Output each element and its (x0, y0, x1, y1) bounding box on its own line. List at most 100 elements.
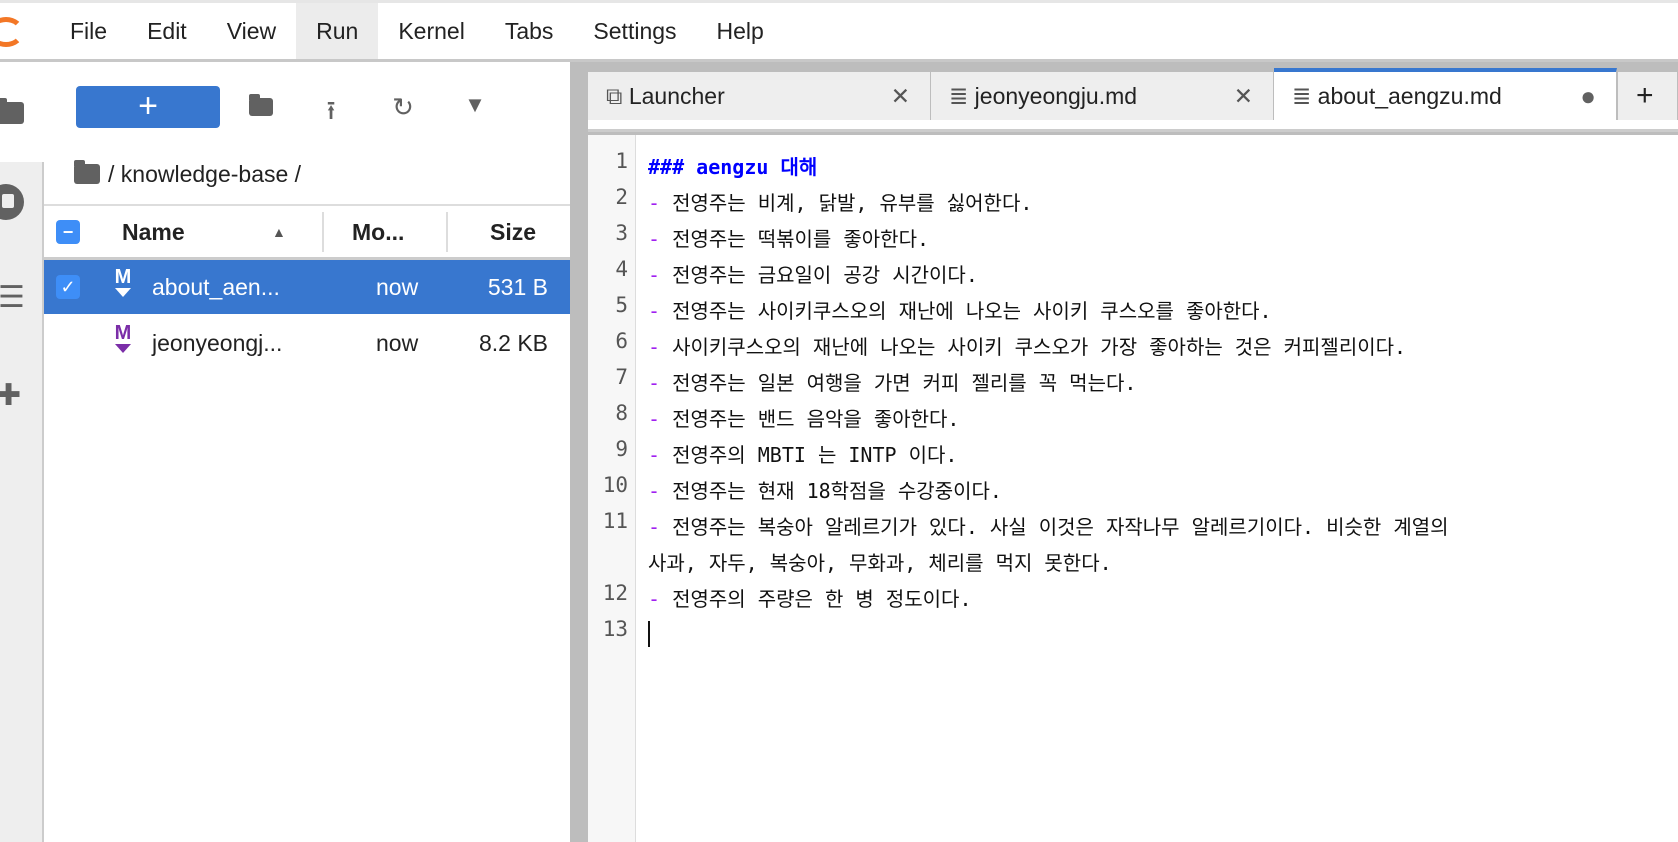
code-line: - 전영주는 비계, 닭발, 유부를 싫어한다. (648, 187, 1032, 216)
menu-view[interactable]: View (207, 3, 296, 59)
code-line: - 전영주는 복숭아 알레르기가 있다. 사실 이것은 자작나무 알레르기이다.… (648, 511, 1449, 540)
text-cursor (648, 621, 650, 647)
line-text: 전영주는 복숭아 알레르기가 있다. 사실 이것은 자작나무 알레르기이다. 비… (672, 515, 1449, 539)
tab-label: about_aengzu.md (1317, 83, 1502, 109)
line-text: 전영주는 사이키쿠스오의 재난에 나오는 사이키 쿠스오를 좋아한다. (672, 299, 1272, 323)
file-name: about_aen... (152, 274, 280, 300)
panel-splitter[interactable] (570, 62, 588, 842)
code-line: - 전영주는 사이키쿠스오의 재난에 나오는 사이키 쿠스오를 좋아한다. (648, 295, 1272, 324)
menu-tabs[interactable]: Tabs (485, 3, 574, 59)
file-size: 531 B (487, 274, 548, 300)
tab-jeonyeongju[interactable]: ≣ jeonyeongju.md ✕ (931, 72, 1274, 120)
markdown-file-icon: M (112, 323, 134, 353)
close-icon[interactable]: ✕ (1234, 72, 1253, 120)
unsaved-dot-icon[interactable]: ● (1580, 72, 1596, 120)
list-marker: - (648, 371, 661, 395)
line-text: 전영주의 MBTI 는 INTP 이다. (672, 443, 958, 467)
heading-text: ### aengzu 대해 (648, 155, 818, 179)
close-icon[interactable]: ✕ (891, 72, 910, 120)
line-number: 4 (615, 257, 628, 281)
line-text: 전영주는 떡볶이를 좋아한다. (672, 227, 930, 251)
file-row[interactable]: ✓ M about_aen... now 531 B (44, 260, 570, 314)
file-list-header: − Name ▲ Mo... Size (44, 204, 570, 260)
line-number: 13 (602, 617, 628, 641)
filter-icon[interactable]: ▼ (460, 92, 490, 122)
list-marker: - (648, 443, 661, 467)
column-modified[interactable]: Mo... (352, 206, 404, 258)
line-number: 9 (615, 437, 628, 461)
list-marker: - (648, 515, 661, 539)
line-number: 7 (615, 365, 628, 389)
breadcrumb: / knowledge-base / (74, 154, 301, 194)
menu-help[interactable]: Help (697, 3, 784, 59)
table-of-contents-icon[interactable]: ☰ (0, 280, 28, 315)
add-tab-button[interactable]: + (1618, 72, 1678, 120)
folder-icon (74, 160, 100, 184)
sort-ascending-icon[interactable]: ▲ (272, 206, 286, 258)
file-row[interactable]: M jeonyeongj... now 8.2 KB (44, 316, 570, 370)
line-text: 전영주는 비계, 닭발, 유부를 싫어한다. (672, 191, 1033, 215)
code-line: - 전영주는 금요일이 공강 시간이다. (648, 259, 978, 288)
list-marker: - (648, 587, 661, 611)
file-browser: + ⭱ ↻ ▼ / knowledge-base / − Name ▲ Mo..… (44, 62, 570, 842)
markdown-file-icon: M (112, 267, 134, 297)
code-line: - 사이키쿠스오의 재난에 나오는 사이키 쿠스오가 가장 좋아하는 것은 커피… (648, 331, 1406, 360)
select-all-checkbox[interactable]: − (56, 220, 80, 244)
tab-label: jeonyeongju.md (974, 83, 1138, 109)
line-text: 전영주는 금요일이 공강 시간이다. (672, 263, 978, 287)
list-marker: - (648, 479, 661, 503)
line-number: 12 (602, 581, 628, 605)
column-name[interactable]: Name (122, 206, 185, 258)
code-line: - 전영주의 주량은 한 병 정도이다. (648, 583, 972, 612)
file-name: jeonyeongj... (152, 330, 283, 356)
line-number: 2 (615, 185, 628, 209)
activity-bar: ☰ ✚ (0, 62, 44, 842)
line-number: 6 (615, 329, 628, 353)
list-marker: - (648, 227, 661, 251)
list-marker: - (648, 299, 661, 323)
text-file-icon: ≣ (949, 83, 969, 109)
code-line: - 전영주는 일본 여행을 가면 커피 젤리를 꼭 먹는다. (648, 367, 1136, 396)
tab-launcher[interactable]: ⧉ Launcher ✕ (588, 72, 931, 120)
column-size[interactable]: Size (490, 206, 536, 258)
new-launcher-button[interactable]: + (76, 86, 220, 128)
markdown-editor[interactable]: 1 ### aengzu 대해 2- 전영주는 비계, 닭발, 유부를 싫어한다. 3… (588, 135, 1678, 842)
menu-file[interactable]: File (50, 3, 127, 59)
line-number: 8 (615, 401, 628, 425)
line-number: 11 (602, 509, 628, 533)
launcher-icon: ⧉ (606, 83, 623, 109)
list-marker: - (648, 407, 661, 431)
menu-kernel[interactable]: Kernel (378, 3, 484, 59)
refresh-icon[interactable]: ↻ (388, 92, 418, 122)
menu-run[interactable]: Run (296, 3, 379, 59)
menu-edit[interactable]: Edit (127, 3, 207, 59)
line-text: 전영주는 밴드 음악을 좋아한다. (672, 407, 960, 431)
tab-label: Launcher (628, 83, 725, 109)
line-text: 전영주는 일본 여행을 가면 커피 젤리를 꼭 먹는다. (672, 371, 1137, 395)
line-text: 사이키쿠스오의 재난에 나오는 사이키 쿠스오가 가장 좋아하는 것은 커피젤리… (672, 335, 1407, 359)
line-text: 전영주는 현재 18학점을 수강중이다. (672, 479, 1002, 503)
text-file-icon: ≣ (1292, 83, 1312, 109)
upload-icon[interactable]: ⭱ (316, 92, 346, 125)
tab-about-aengzu[interactable]: ≣ about_aengzu.md ● (1274, 68, 1617, 120)
wrapped-line-text: 사과, 자두, 복숭아, 무화과, 체리를 먹지 못한다. (648, 551, 1112, 575)
code-line: ### aengzu 대해 (648, 151, 817, 180)
line-number: 5 (615, 293, 628, 317)
list-marker: - (648, 191, 661, 215)
row-checkbox[interactable]: ✓ (56, 275, 80, 299)
menu-settings[interactable]: Settings (573, 3, 696, 59)
breadcrumb-path[interactable]: / knowledge-base / (108, 161, 301, 188)
extension-puzzle-icon[interactable]: ✚ (0, 378, 26, 413)
jupyter-logo (0, 3, 50, 59)
new-folder-icon[interactable] (246, 92, 276, 122)
file-modified: now (376, 330, 419, 356)
list-marker: - (648, 335, 661, 359)
code-line: - 전영주는 떡볶이를 좋아한다. (648, 223, 929, 252)
folder-icon[interactable] (0, 98, 26, 132)
code-line: - 전영주는 현재 18학점을 수강중이다. (648, 475, 1002, 504)
code-line: - 전영주의 MBTI 는 INTP 이다. (648, 439, 957, 468)
menu-bar: File Edit View Run Kernel Tabs Settings … (0, 0, 1678, 62)
line-number: 3 (615, 221, 628, 245)
list-marker: - (648, 263, 661, 287)
file-modified: now (376, 274, 419, 300)
